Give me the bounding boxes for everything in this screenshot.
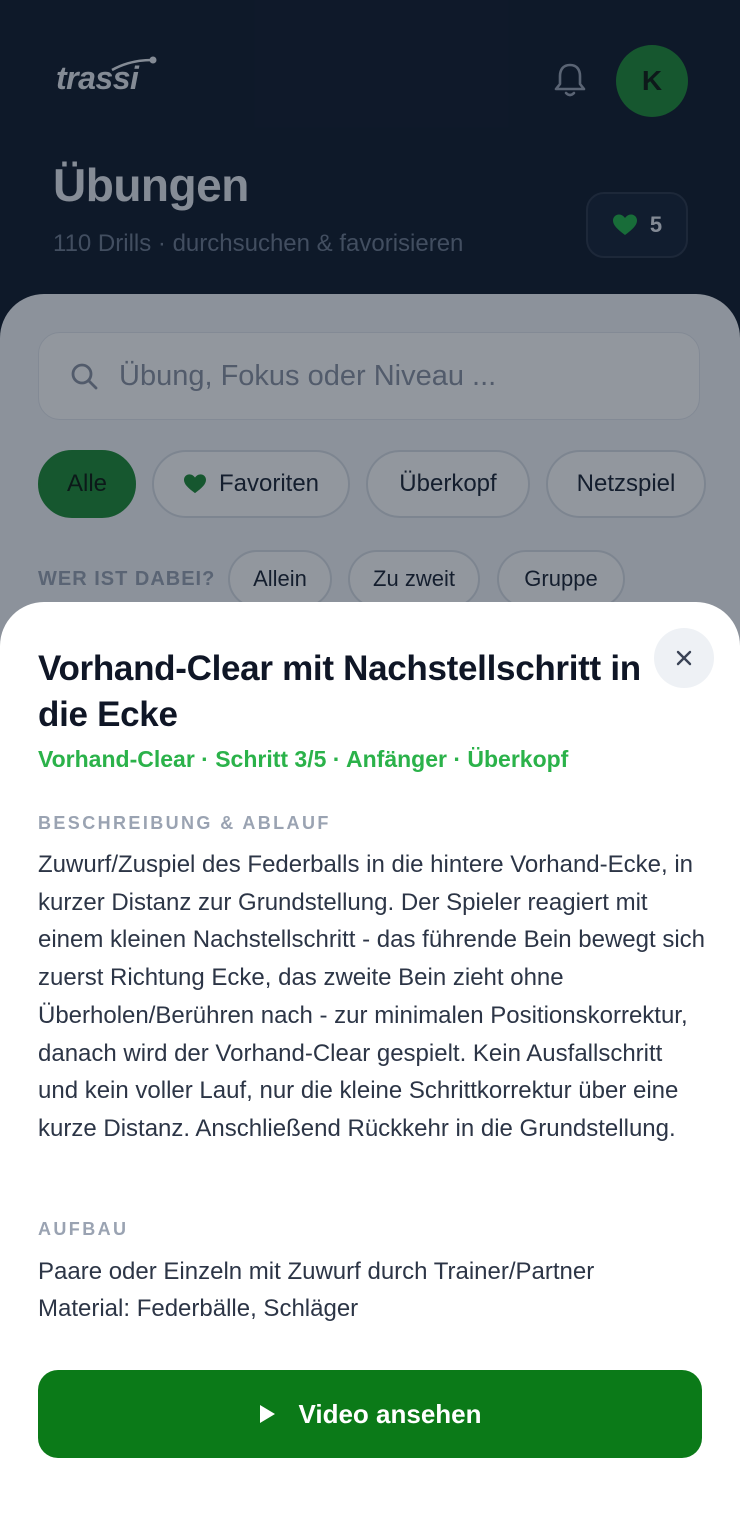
drill-setup-line2: Material: Federbälle, Schläger — [38, 1295, 359, 1322]
description-label: BESCHREIBUNG & ABLAUF — [38, 813, 331, 833]
watch-video-button[interactable]: Video ansehen — [38, 1370, 702, 1458]
drill-description: Zuwurf/Zuspiel des Federballs in die hin… — [38, 851, 706, 1142]
drill-setup-line1: Paare oder Einzeln mit Zuwurf durch Trai… — [38, 1258, 595, 1285]
drill-title: Vorhand-Clear mit Nachstellschritt in di… — [38, 649, 641, 734]
close-icon — [676, 650, 692, 666]
setup-label: AUFBAU — [38, 1219, 129, 1239]
close-button[interactable] — [654, 628, 714, 688]
watch-video-label: Video ansehen — [298, 1398, 482, 1429]
play-icon — [260, 1405, 276, 1423]
drill-meta: Vorhand-Clear · Schritt 3/5 · Anfänger ·… — [38, 746, 569, 772]
